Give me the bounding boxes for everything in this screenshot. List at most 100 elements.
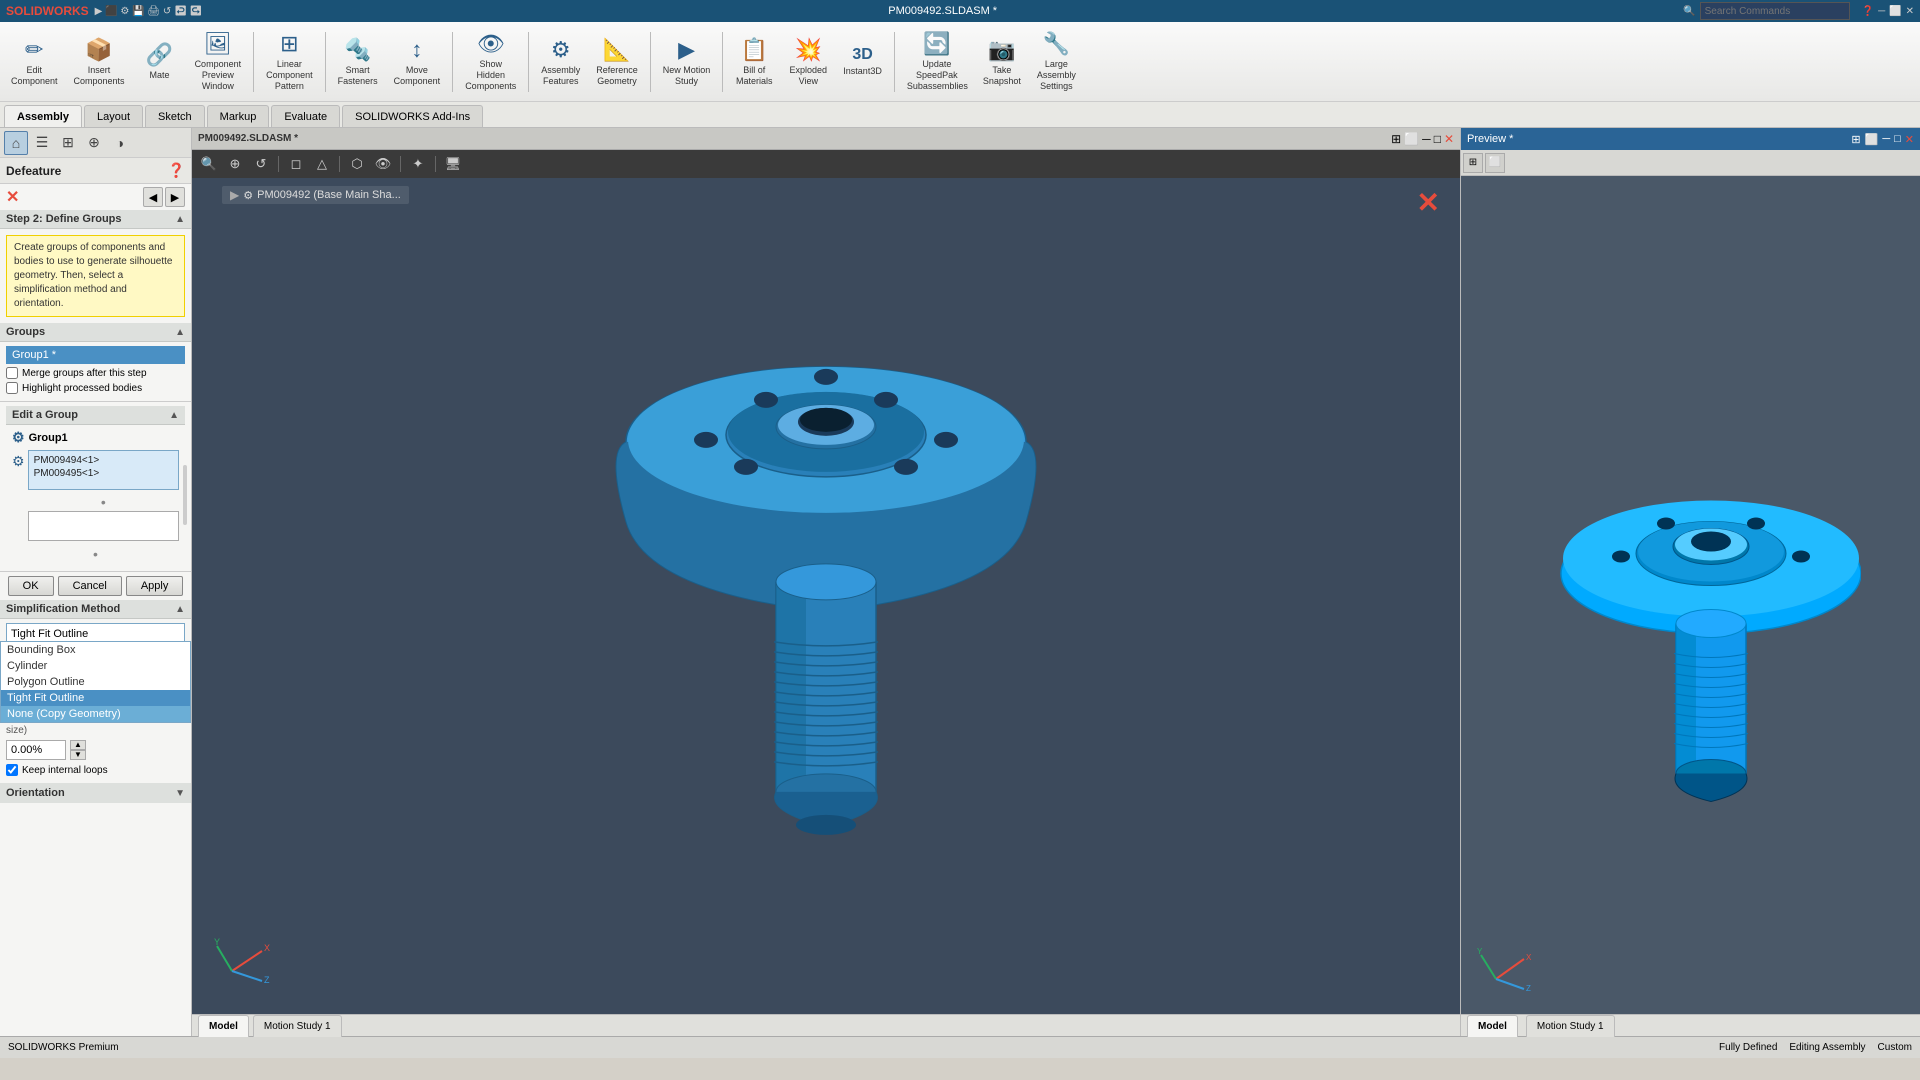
preview-btn-2[interactable]: ⬜ [1865, 133, 1879, 146]
simplification-section-header[interactable]: Simplification Method ▲ [0, 600, 191, 619]
vp-display-style[interactable]: ⬡ [346, 153, 368, 175]
preview-tab-model[interactable]: Model [1467, 1015, 1518, 1037]
vp-apply-scene[interactable]: ✦ [407, 153, 429, 175]
tab-solidworks-addins[interactable]: SOLIDWORKS Add-Ins [342, 105, 483, 127]
status-editing: Editing Assembly [1789, 1042, 1865, 1053]
highlight-bodies-checkbox[interactable] [6, 382, 18, 394]
breadcrumb: ▶ ⚙ PM009492 (Base Main Sha... [222, 186, 409, 204]
viewport-panel-title: PM009492.SLDASM * [198, 133, 298, 144]
preview-close[interactable]: ✕ [1905, 133, 1914, 146]
toolbar-take-snapshot[interactable]: 📷 TakeSnapshot [976, 26, 1028, 98]
spin-up[interactable]: ▲ [70, 740, 86, 750]
group-name-label: Group1 [29, 432, 68, 444]
cancel-button[interactable]: Cancel [58, 576, 122, 596]
group1-item[interactable]: Group1 * [6, 346, 185, 364]
nav-forward-button[interactable]: ▶ [165, 187, 185, 207]
toolbar-new-motion-study[interactable]: ▶ New MotionStudy [656, 26, 718, 98]
vp-zoom-to-area[interactable]: ⊕ [224, 153, 246, 175]
toolbar-insert-components[interactable]: 📦 InsertComponents [67, 26, 132, 98]
toolbar-smart-fasteners[interactable]: 🔩 SmartFasteners [331, 26, 385, 98]
toolbar-linear-pattern[interactable]: ⊞ LinearComponentPattern [259, 26, 320, 98]
dropdown-opt-tight-fit-outline[interactable]: Tight Fit Outline [1, 690, 190, 706]
help-icon[interactable]: ❓ [168, 162, 185, 179]
prev-tool-1[interactable]: ⊞ [1463, 153, 1483, 173]
preview-icon: 🖼 [204, 31, 232, 57]
preview-btn-1[interactable]: ⊞ [1851, 133, 1860, 146]
vp-panel-close[interactable]: ✕ [1444, 132, 1454, 146]
cancel-x-button[interactable]: ✕ [6, 187, 19, 207]
toolbar-large-assembly[interactable]: 🔧 LargeAssemblySettings [1030, 26, 1083, 98]
simplification-content: Bounding Box Cylinder Polygon Outline Ti… [0, 619, 191, 783]
sep7 [894, 32, 895, 92]
vp-panel-restore[interactable]: ─ [1422, 132, 1431, 146]
vp-hide-show[interactable]: 👁 [372, 153, 394, 175]
toolbar-show-hidden[interactable]: 👁 ShowHiddenComponents [458, 26, 523, 98]
title-btn-question[interactable]: ❓ [1862, 6, 1874, 17]
close-model-button[interactable]: ✕ [1417, 186, 1440, 219]
groups-section-header[interactable]: Groups ▲ [0, 323, 191, 342]
spin-down[interactable]: ▼ [70, 750, 86, 760]
panel-tool-display[interactable]: ◑ [108, 131, 132, 155]
toolbar-bill-of-materials[interactable]: 📋 Bill ofMaterials [728, 26, 780, 98]
vp-panel-btn2[interactable]: ⬜ [1404, 132, 1419, 146]
keep-internal-loops-checkbox[interactable] [6, 764, 18, 776]
warning-text: Create groups of components and bodies t… [14, 242, 172, 309]
panel-tool-config[interactable]: ⊕ [82, 131, 106, 155]
vp-section-view[interactable]: ◻ [285, 153, 307, 175]
vp-view-settings[interactable]: 🖥 [442, 153, 464, 175]
dropdown-opt-bounding-box[interactable]: Bounding Box [1, 642, 190, 658]
title-btn-restore[interactable]: ⬜ [1889, 6, 1901, 17]
toolbar-instant3d[interactable]: 3D Instant3D [836, 26, 889, 98]
toolbar-mate[interactable]: 🔗 Mate [134, 26, 186, 98]
apply-button[interactable]: Apply [126, 576, 184, 596]
orientation-header[interactable]: Orientation ▼ [0, 783, 191, 803]
tab-layout[interactable]: Layout [84, 105, 143, 127]
tab-evaluate[interactable]: Evaluate [271, 105, 340, 127]
toolbar-reference-geometry[interactable]: 📐 ReferenceGeometry [589, 26, 645, 98]
panel-tool-properties[interactable]: ⊞ [56, 131, 80, 155]
reference-geometry-icon: 📐 [603, 37, 630, 63]
dropdown-opt-polygon-outline[interactable]: Polygon Outline [1, 674, 190, 690]
preview-minimize[interactable]: ─ [1882, 133, 1890, 146]
tab-sketch[interactable]: Sketch [145, 105, 205, 127]
toolbar-edit-component[interactable]: ✏ EditComponent [4, 26, 65, 98]
toolbar-component-preview[interactable]: 🖼 ComponentPreviewWindow [188, 26, 249, 98]
title-btn-minimize[interactable]: ─ [1878, 6, 1885, 17]
vp-view-orientation[interactable]: △ [311, 153, 333, 175]
vp-panel-maximize[interactable]: □ [1434, 132, 1441, 146]
panel-tool-home[interactable]: ⌂ [4, 131, 28, 155]
vp-previous-view[interactable]: ↺ [250, 153, 272, 175]
dropdown-opt-cylinder[interactable]: Cylinder [1, 658, 190, 674]
step2-header[interactable]: Step 2: Define Groups ▲ [0, 210, 191, 229]
size-input[interactable] [6, 740, 66, 760]
tab-assembly[interactable]: Assembly [4, 105, 82, 127]
toolbar-move-component[interactable]: ↕ MoveComponent [387, 26, 448, 98]
dropdown-opt-none-copy[interactable]: None (Copy Geometry) [1, 706, 190, 722]
nav-back-button[interactable]: ◀ [143, 187, 163, 207]
vp-zoom-to-fit[interactable]: 🔍 [198, 153, 220, 175]
3d-model [546, 292, 1106, 845]
toolbar-update-speedpak[interactable]: 🔄 UpdateSpeedPakSubassemblies [900, 26, 974, 98]
panel-tool-list[interactable]: ☰ [30, 131, 54, 155]
ok-button[interactable]: OK [8, 576, 54, 596]
component-list-box[interactable]: PM009494<1> PM009495<1> [28, 450, 179, 490]
tab-model-view[interactable]: Model [198, 1015, 249, 1037]
title-btn-close[interactable]: ✕ [1906, 6, 1914, 17]
edit-group-header[interactable]: Edit a Group ▲ [6, 406, 185, 425]
merge-groups-checkbox[interactable] [6, 367, 18, 379]
toolbar-assembly-features[interactable]: ⚙ AssemblyFeatures [534, 26, 587, 98]
vp-panel-btn1[interactable]: ⊞ [1391, 132, 1401, 146]
highlight-bodies-label: Highlight processed bodies [22, 383, 142, 394]
svg-text:Y: Y [1477, 947, 1483, 956]
viewport-toolbar: 🔍 ⊕ ↺ ◻ △ ⬡ 👁 ✦ 🖥 [192, 150, 1460, 178]
preview-tab-motion[interactable]: Motion Study 1 [1526, 1015, 1615, 1037]
tab-motion-study-1[interactable]: Motion Study 1 [253, 1015, 342, 1037]
smart-fasteners-icon: 🔩 [344, 37, 371, 63]
toolbar-exploded-view[interactable]: 💥 ExplodedView [782, 26, 834, 98]
prev-tool-2[interactable]: ⬜ [1485, 153, 1505, 173]
preview-maximize[interactable]: □ [1894, 133, 1901, 146]
search-input[interactable] [1700, 2, 1850, 20]
groups-section: Groups ▲ Group1 * Merge groups after thi… [0, 323, 191, 402]
empty-components-box[interactable] [28, 511, 179, 541]
tab-markup[interactable]: Markup [207, 105, 270, 127]
